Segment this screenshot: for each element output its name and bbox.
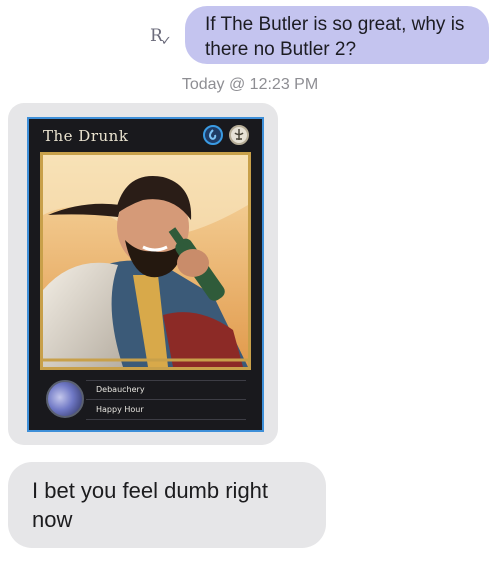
ability-divider bbox=[86, 380, 246, 381]
message-timestamp: Today @ 12:23 PM bbox=[181, 76, 319, 93]
moon-icon bbox=[46, 380, 84, 418]
read-receipt: R✓ bbox=[150, 26, 172, 49]
ability-panel: Debauchery Happy Hour bbox=[40, 375, 251, 425]
incoming-message-bubble[interactable]: I bet you feel dumb right now bbox=[8, 462, 326, 548]
water-icon bbox=[203, 125, 223, 145]
checkmark-icon: ✓ bbox=[160, 34, 172, 49]
spirit-icon bbox=[229, 125, 249, 145]
card-image[interactable]: The Drunk Debauchery Happy Hour bbox=[27, 117, 264, 432]
ability-label-2: Happy Hour bbox=[96, 405, 144, 414]
ability-divider bbox=[86, 399, 246, 400]
card-title: The Drunk bbox=[43, 127, 129, 145]
outgoing-message-bubble[interactable]: If The Butler is so great, why is there … bbox=[185, 6, 489, 64]
incoming-message-text: I bet you feel dumb right now bbox=[32, 478, 269, 532]
card-artwork bbox=[40, 152, 251, 370]
ability-divider bbox=[86, 419, 246, 420]
outgoing-message-text: If The Butler is so great, why is there … bbox=[205, 14, 465, 60]
ability-label-1: Debauchery bbox=[96, 385, 145, 394]
